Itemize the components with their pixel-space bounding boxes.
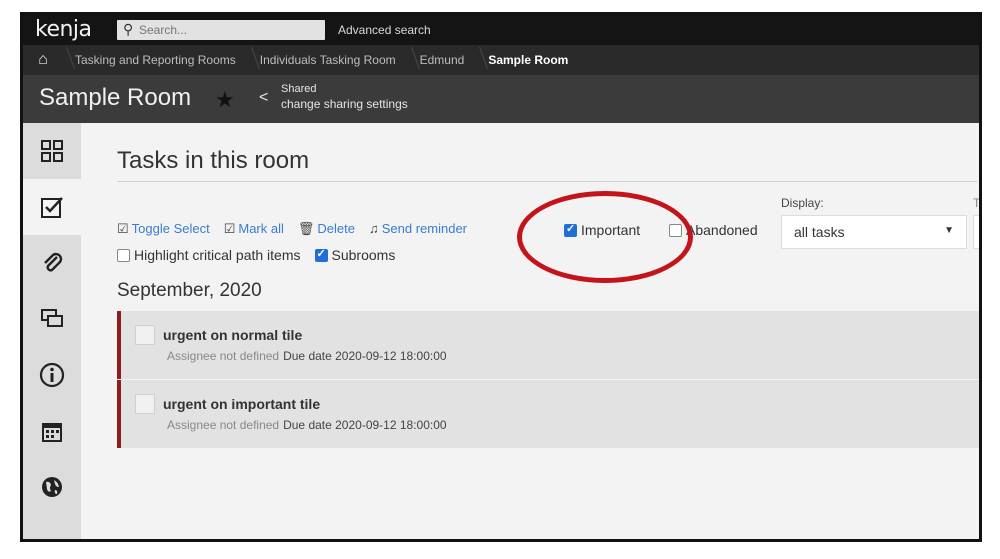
breadcrumb-current: Sample Room xyxy=(476,53,580,67)
task-toolbar: ☑ Toggle Select ☑ Mark all 🗑 Delete ♫ Send r… xyxy=(117,221,467,237)
page-title: Tasks in this room xyxy=(117,147,310,174)
dashboard-icon[interactable] xyxy=(23,123,81,179)
task-select-checkbox[interactable] xyxy=(135,325,155,345)
room-title: Sample Room xyxy=(39,84,192,111)
check-square-icon: ☑ xyxy=(223,221,236,236)
task-row[interactable]: urgent on important tile Assignee not de… xyxy=(117,380,979,448)
task-due-date: Due date 2020-09-12 18:00:00 xyxy=(283,418,447,432)
top-bar: kenja ⚲ Advanced search xyxy=(23,15,979,45)
second-filter-select[interactable] xyxy=(973,215,979,249)
highlight-critical-path-option[interactable]: Highlight critical path items xyxy=(117,247,301,263)
breadcrumb: ⌂ Tasking and Reporting Rooms Individual… xyxy=(23,45,979,75)
main-content: Tasks in this room ☑ Toggle Select ☑ Mark … xyxy=(81,123,979,539)
tasks-icon[interactable] xyxy=(23,179,81,235)
search-box[interactable]: ⚲ xyxy=(117,20,325,40)
task-row[interactable]: urgent on normal tile Assignee not defin… xyxy=(117,311,979,379)
task-assignee: Assignee not defined xyxy=(167,349,280,363)
globe-icon[interactable] xyxy=(23,459,81,515)
subrooms-option[interactable]: Subrooms xyxy=(314,247,395,263)
breadcrumb-item[interactable]: Individuals Tasking Room xyxy=(248,53,408,67)
app-window: kenja ⚲ Advanced search ⌂ Tasking and Re… xyxy=(20,12,982,542)
display-select[interactable]: all tasks ▼ xyxy=(781,215,967,249)
paperclip-icon[interactable] xyxy=(23,235,81,291)
toggle-select-button[interactable]: ☑ Toggle Select xyxy=(117,221,210,237)
trash-icon: 🗑 xyxy=(297,221,315,236)
search-icon: ⚲ xyxy=(123,21,134,37)
second-filter-label: T xyxy=(973,196,981,210)
highlight-checkbox[interactable] xyxy=(117,249,130,262)
sidebar xyxy=(23,123,81,539)
task-select-checkbox[interactable] xyxy=(135,394,155,414)
task-assignee: Assignee not defined xyxy=(167,418,280,432)
share-icon[interactable]: < xyxy=(259,89,268,107)
task-meta: Assignee not defined Due date 2020-09-12 … xyxy=(167,418,447,432)
room-header: Sample Room ★ < Shared change sharing se… xyxy=(23,75,979,123)
search-input[interactable] xyxy=(139,22,319,38)
view-options: Highlight critical path items Subrooms xyxy=(117,247,395,263)
highlight-annotation xyxy=(517,191,693,283)
advanced-search-link[interactable]: Advanced search xyxy=(338,23,431,37)
breadcrumb-item[interactable]: Edmund xyxy=(408,53,477,67)
subrooms-checkbox[interactable] xyxy=(314,247,328,262)
bell-icon: ♫ xyxy=(368,221,379,236)
shared-status: Shared xyxy=(281,83,317,95)
caret-down-icon: ▼ xyxy=(944,225,954,236)
change-sharing-link[interactable]: change sharing settings xyxy=(281,97,408,111)
send-reminder-button[interactable]: ♫ Send reminder xyxy=(369,221,467,237)
breadcrumb-item[interactable]: Tasking and Reporting Rooms xyxy=(63,53,248,67)
info-icon[interactable] xyxy=(23,347,81,403)
task-name[interactable]: urgent on normal tile xyxy=(163,327,302,343)
calendar-icon[interactable] xyxy=(23,403,81,459)
app-logo[interactable]: kenja xyxy=(35,17,92,42)
task-meta: Assignee not defined Due date 2020-09-12 … xyxy=(167,349,447,363)
mark-all-button[interactable]: ☑ Mark all xyxy=(224,221,284,237)
task-due-date: Due date 2020-09-12 18:00:00 xyxy=(283,349,447,363)
delete-button[interactable]: 🗑 Delete xyxy=(298,221,355,237)
task-name[interactable]: urgent on important tile xyxy=(163,396,320,412)
check-square-icon: ☑ xyxy=(117,221,129,236)
month-heading: September, 2020 xyxy=(117,280,262,301)
chat-icon[interactable] xyxy=(23,291,81,347)
display-label: Display: xyxy=(781,196,824,210)
home-icon[interactable]: ⌂ xyxy=(23,51,63,69)
divider xyxy=(117,181,977,182)
star-icon[interactable]: ★ xyxy=(215,87,235,113)
